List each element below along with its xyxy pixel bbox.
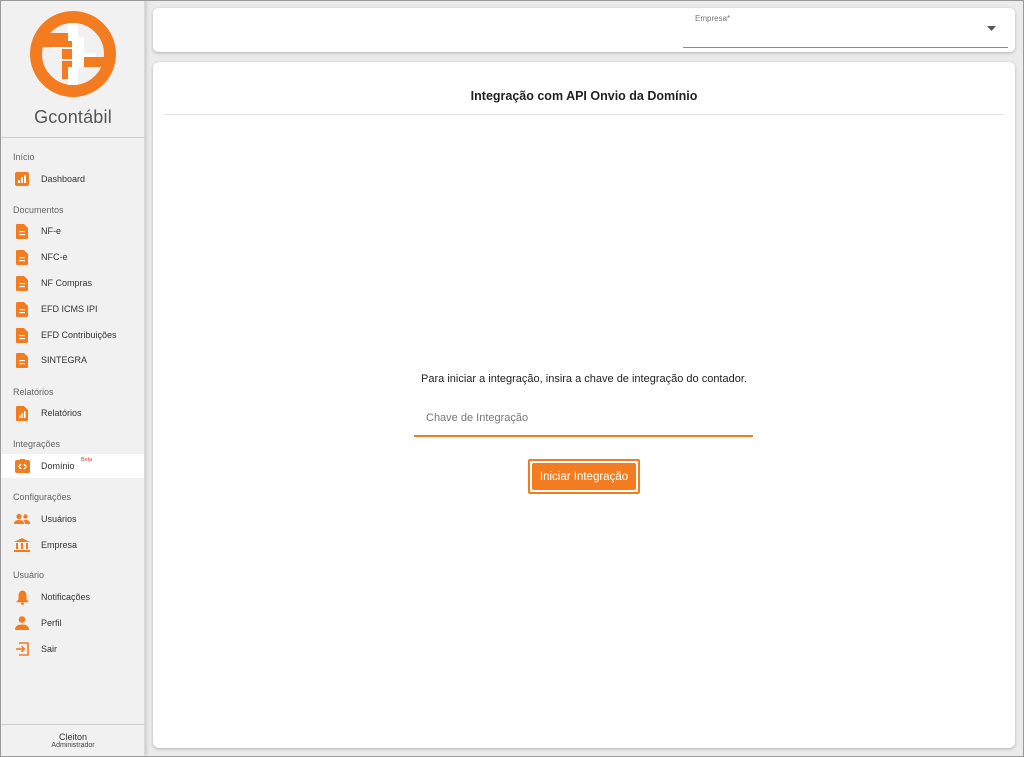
integration-key-input[interactable] bbox=[414, 401, 753, 437]
sidebar: Gcontábil Início Dashboard Documentos NF… bbox=[1, 1, 145, 756]
sidebar-item-label: EFD Contribuições bbox=[41, 330, 117, 340]
gcontabil-logo-icon bbox=[30, 11, 116, 97]
person-icon bbox=[14, 615, 30, 631]
sidebar-item-label: Relatórios bbox=[41, 408, 82, 418]
chevron-down-icon[interactable] bbox=[987, 26, 996, 31]
sidebar-item-nfe[interactable]: NF-e bbox=[1, 219, 144, 243]
empresa-select[interactable]: Empresa* bbox=[683, 12, 1008, 48]
beta-badge: Beta bbox=[81, 457, 93, 463]
document-icon bbox=[14, 352, 30, 368]
bell-icon bbox=[14, 589, 30, 605]
page-title: Integração com API Onvio da Domínio bbox=[470, 89, 698, 103]
sidebar-item-label: NFC-e bbox=[41, 252, 68, 262]
section-title-inicio: Início bbox=[13, 152, 35, 162]
document-icon bbox=[14, 327, 30, 343]
sidebar-item-relatorios[interactable]: Relatórios bbox=[1, 401, 144, 425]
dashboard-icon bbox=[14, 171, 30, 187]
instruction-text: Para iniciar a integração, insira a chav… bbox=[421, 373, 747, 385]
sidebar-item-sair[interactable]: Sair bbox=[1, 637, 144, 661]
sidebar-item-nfce[interactable]: NFC-e bbox=[1, 245, 144, 269]
section-title-documentos: Documentos bbox=[13, 205, 64, 215]
topbar: Empresa* bbox=[153, 8, 1015, 52]
empresa-label: Empresa* bbox=[695, 14, 731, 23]
logo-area: Gcontábil bbox=[1, 1, 145, 138]
sidebar-item-usuarios[interactable]: Usuários bbox=[1, 507, 144, 531]
sidebar-item-dominio[interactable]: Domínio Beta bbox=[1, 454, 144, 478]
sidebar-item-label: SINTEGRA bbox=[41, 355, 88, 365]
bank-icon bbox=[14, 537, 30, 553]
start-integration-label: Iniciar Integração bbox=[532, 463, 636, 490]
sidebar-item-label: Sair bbox=[41, 644, 58, 654]
title-divider bbox=[164, 114, 1004, 115]
sidebar-item-label: Perfil bbox=[41, 618, 62, 628]
start-integration-button[interactable]: Iniciar Integração bbox=[528, 459, 640, 494]
document-icon bbox=[14, 301, 30, 317]
sidebar-item-dashboard[interactable]: Dashboard bbox=[1, 167, 144, 191]
user-name: Cleiton bbox=[58, 732, 87, 742]
sidebar-item-label: Dashboard bbox=[41, 174, 86, 184]
sidebar-item-label: Empresa bbox=[41, 540, 78, 550]
sidebar-item-efd-icms-ipi[interactable]: EFD ICMS IPI bbox=[1, 297, 144, 321]
document-icon bbox=[14, 249, 30, 265]
sidebar-item-label: Usuários bbox=[41, 514, 77, 524]
section-title-integracoes: Integrações bbox=[13, 439, 61, 449]
sidebar-item-nf-compras[interactable]: NF Compras bbox=[1, 271, 144, 295]
integration-card: Integração com API Onvio da Domínio Para… bbox=[153, 62, 1015, 748]
sidebar-item-perfil[interactable]: Perfil bbox=[1, 611, 144, 635]
section-title-usuario: Usuário bbox=[13, 570, 45, 580]
logout-icon bbox=[14, 641, 30, 657]
sidebar-item-empresa[interactable]: Empresa bbox=[1, 533, 144, 557]
integration-icon bbox=[14, 458, 30, 474]
user-role: Administrador bbox=[51, 742, 95, 749]
section-title-relatorios: Relatórios bbox=[13, 387, 54, 397]
document-icon bbox=[14, 275, 30, 291]
sidebar-item-notificacoes[interactable]: Notificações bbox=[1, 585, 144, 609]
sidebar-item-label: Domínio bbox=[41, 461, 75, 471]
section-title-configuracoes: Configurações bbox=[13, 492, 72, 502]
document-icon bbox=[14, 223, 30, 239]
sidebar-item-efd-contribuicoes[interactable]: EFD Contribuições bbox=[1, 323, 144, 347]
sidebar-item-label: NF Compras bbox=[41, 278, 93, 288]
sidebar-item-label: EFD ICMS IPI bbox=[41, 304, 98, 314]
sidebar-item-label: NF-e bbox=[41, 226, 61, 236]
users-icon bbox=[14, 511, 30, 527]
sidebar-item-label: Notificações bbox=[41, 592, 91, 602]
brand-name: Gcontábil bbox=[34, 107, 112, 127]
user-box: Cleiton Administrador bbox=[1, 724, 145, 756]
report-icon bbox=[14, 405, 30, 421]
sidebar-item-sintegra[interactable]: SINTEGRA bbox=[1, 348, 144, 372]
